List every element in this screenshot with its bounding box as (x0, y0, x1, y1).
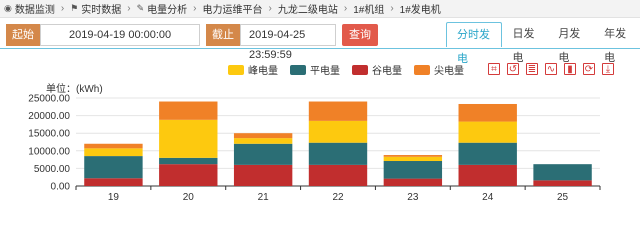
bar-segment (533, 180, 592, 186)
bar-segment (84, 178, 143, 186)
bar-segment (159, 157, 218, 165)
y-tick-label: 20000.00 (28, 111, 70, 122)
x-tick-label: 22 (332, 192, 344, 203)
x-tick-label: 23 (407, 192, 419, 203)
x-tick-label: 24 (482, 192, 494, 203)
x-tick-label: 19 (108, 192, 120, 203)
bar-segment (84, 143, 143, 149)
y-tick-label: 15000.00 (28, 129, 70, 140)
bar-segment (458, 164, 517, 186)
bar-segment (233, 138, 293, 144)
x-tick-label: 20 (183, 192, 195, 203)
bar-segment (458, 142, 517, 165)
y-tick-label: 10000.00 (28, 146, 70, 157)
bar-segment (84, 148, 143, 157)
y-tick-label: 5000.00 (34, 164, 71, 175)
bar-segment (383, 156, 443, 162)
bar-segment (84, 156, 143, 179)
bar-segment (458, 103, 517, 122)
y-tick-label: 0.00 (51, 182, 71, 193)
x-tick-label: 21 (258, 192, 270, 203)
bar-segment (383, 178, 443, 186)
bar-segment (159, 119, 218, 158)
bar-segment (383, 155, 443, 157)
bar-segment (308, 164, 368, 186)
bar-segment (458, 121, 517, 143)
y-tick-label: 25000.00 (28, 94, 70, 105)
bar-segment (159, 164, 218, 186)
bar-segment (159, 101, 218, 120)
bar-segment (308, 142, 368, 165)
bar-segment (233, 164, 293, 186)
energy-bar-chart: 0.00 5000.00 10000.00 15000.00 20000.00 25000… (28, 94, 601, 203)
bar-segment (233, 143, 293, 165)
bar-segment (308, 120, 368, 143)
bar-segment (308, 101, 368, 121)
bar-segment (533, 164, 592, 181)
bar-segment (383, 161, 443, 179)
bar-segment (233, 133, 293, 139)
x-tick-label: 25 (557, 192, 569, 203)
